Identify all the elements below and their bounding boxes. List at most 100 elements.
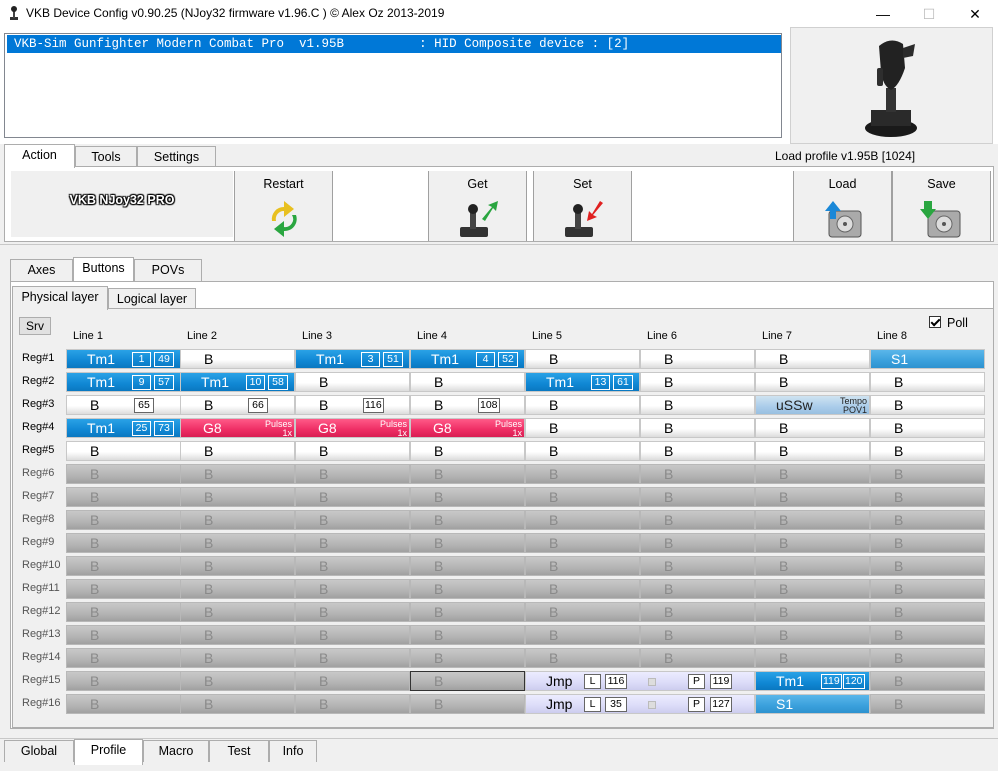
tab-buttons[interactable]: Buttons	[73, 257, 134, 281]
register-cell[interactable]: B	[525, 349, 640, 369]
register-cell[interactable]: B	[180, 694, 295, 714]
register-cell[interactable]: B	[180, 510, 295, 530]
device-list-item-selected[interactable]: VKB-Sim Gunfighter Modern Combat Pro v1.…	[7, 35, 781, 53]
register-cell[interactable]: Tm1 10 58	[180, 372, 295, 392]
register-cell[interactable]: B	[755, 533, 870, 553]
set-button[interactable]: Set	[533, 171, 632, 241]
register-cell[interactable]: B	[870, 510, 985, 530]
tab-axes[interactable]: Axes	[10, 259, 73, 281]
register-cell[interactable]: B	[640, 510, 755, 530]
register-cell[interactable]: B	[870, 464, 985, 484]
register-cell[interactable]: B	[755, 372, 870, 392]
register-cell[interactable]: B	[870, 395, 985, 415]
register-cell[interactable]: Tm1 119 120	[755, 671, 870, 691]
register-cell[interactable]: B	[295, 487, 410, 507]
register-cell[interactable]: B	[410, 625, 525, 645]
register-cell[interactable]: B	[870, 441, 985, 461]
register-cell[interactable]: B	[410, 579, 525, 599]
register-cell[interactable]: B	[66, 487, 181, 507]
register-cell[interactable]: B	[66, 694, 181, 714]
register-cell[interactable]: B	[525, 625, 640, 645]
register-cell[interactable]: G8 Pulses 1x	[180, 418, 295, 438]
register-cell[interactable]: B	[640, 372, 755, 392]
register-cell[interactable]: B	[525, 464, 640, 484]
close-button[interactable]: ✕	[952, 0, 998, 28]
register-cell[interactable]: B	[525, 533, 640, 553]
register-cell[interactable]: B	[180, 602, 295, 622]
register-cell[interactable]: B	[180, 648, 295, 668]
tab-global[interactable]: Global	[4, 740, 74, 762]
register-cell[interactable]: B	[525, 441, 640, 461]
tab-povs[interactable]: POVs	[134, 259, 202, 281]
register-cell[interactable]: B	[755, 441, 870, 461]
register-cell[interactable]: B	[755, 579, 870, 599]
register-cell[interactable]: B	[755, 625, 870, 645]
tab-physical-layer[interactable]: Physical layer	[12, 286, 108, 310]
register-cell[interactable]: G8 Pulses 1x	[295, 418, 410, 438]
register-cell[interactable]: B	[410, 671, 525, 691]
register-cell[interactable]: B	[640, 648, 755, 668]
maximize-button[interactable]: ☐	[906, 0, 952, 28]
register-cell[interactable]: B	[180, 625, 295, 645]
register-cell[interactable]: B	[66, 556, 181, 576]
register-cell[interactable]: B	[525, 648, 640, 668]
register-cell[interactable]: B	[295, 464, 410, 484]
tab-info[interactable]: Info	[269, 740, 317, 762]
register-cell[interactable]: B	[295, 533, 410, 553]
register-cell[interactable]: B	[66, 533, 181, 553]
register-cell[interactable]: B	[870, 625, 985, 645]
register-cell[interactable]: B	[755, 648, 870, 668]
register-cell[interactable]: B	[410, 441, 525, 461]
register-cell[interactable]: B	[640, 464, 755, 484]
register-cell[interactable]: B	[640, 533, 755, 553]
register-cell[interactable]: Jmp L 116 P 119	[525, 671, 755, 691]
register-cell[interactable]: B	[66, 625, 181, 645]
tab-action[interactable]: Action	[4, 144, 75, 168]
register-cell[interactable]: B	[525, 487, 640, 507]
register-cell[interactable]: B	[180, 349, 295, 369]
register-cell[interactable]: B	[295, 671, 410, 691]
register-cell[interactable]: Jmp L 35 P 127	[525, 694, 755, 714]
register-cell[interactable]: B	[410, 464, 525, 484]
tab-settings[interactable]: Settings	[137, 146, 216, 168]
register-cell[interactable]: B	[755, 418, 870, 438]
register-cell[interactable]: B	[870, 556, 985, 576]
tab-profile[interactable]: Profile	[74, 739, 143, 765]
register-cell[interactable]: B	[640, 625, 755, 645]
tab-test[interactable]: Test	[209, 740, 269, 762]
register-cell[interactable]: B	[640, 441, 755, 461]
minimize-button[interactable]: —	[860, 0, 906, 28]
register-cell[interactable]: B	[295, 441, 410, 461]
register-cell[interactable]: B	[180, 671, 295, 691]
register-cell[interactable]: B	[295, 694, 410, 714]
register-cell[interactable]: B	[870, 648, 985, 668]
register-cell[interactable]: B	[66, 510, 181, 530]
register-cell[interactable]: B	[180, 441, 295, 461]
register-cell[interactable]: B	[525, 395, 640, 415]
register-cell[interactable]: Tm1 25 73	[66, 418, 181, 438]
register-cell[interactable]: Tm1 1 49	[66, 349, 181, 369]
register-cell[interactable]: B	[640, 602, 755, 622]
register-cell[interactable]: B	[410, 602, 525, 622]
register-cell[interactable]: B	[870, 694, 985, 714]
device-list[interactable]: VKB-Sim Gunfighter Modern Combat Pro v1.…	[4, 33, 782, 138]
poll-checkbox[interactable]: Poll	[929, 316, 968, 330]
tab-logical-layer[interactable]: Logical layer	[108, 288, 196, 310]
register-cell[interactable]: B	[295, 625, 410, 645]
register-cell[interactable]: B	[295, 372, 410, 392]
register-cell[interactable]: B	[525, 418, 640, 438]
register-cell[interactable]: B	[525, 556, 640, 576]
register-cell[interactable]: Tm1 4 52	[410, 349, 525, 369]
register-cell[interactable]: B	[525, 510, 640, 530]
register-cell[interactable]: B	[640, 579, 755, 599]
register-cell[interactable]: B	[755, 464, 870, 484]
register-cell[interactable]: B	[640, 349, 755, 369]
register-cell[interactable]: B	[755, 602, 870, 622]
register-cell[interactable]: B	[755, 349, 870, 369]
register-cell[interactable]: B	[410, 556, 525, 576]
register-cell[interactable]: B	[295, 602, 410, 622]
register-cell[interactable]: B	[755, 556, 870, 576]
register-cell[interactable]: B	[295, 510, 410, 530]
register-cell[interactable]: B 65	[66, 395, 181, 415]
register-cell[interactable]: B	[66, 441, 181, 461]
